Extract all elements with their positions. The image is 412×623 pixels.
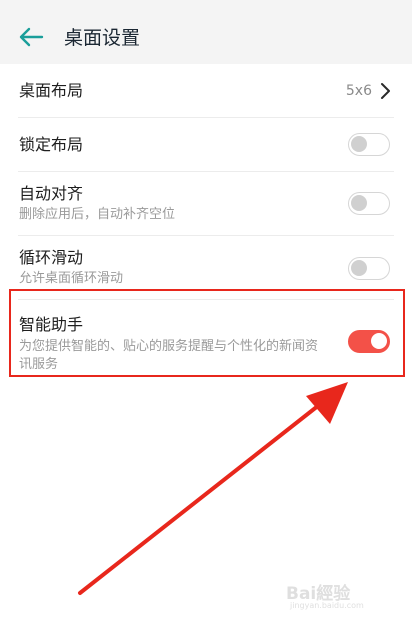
auto-align-toggle[interactable] (348, 192, 390, 215)
setting-value: 5x6 (345, 83, 372, 99)
setting-subtitle: 允许桌面循环滑动 (19, 271, 124, 286)
toggle-knob (351, 195, 367, 211)
watermark-url: jingyan.baidu.com (290, 601, 364, 610)
page-title: 桌面设置 (64, 27, 141, 49)
setting-subtitle: 删除应用后，自动补齐空位 (19, 207, 176, 222)
setting-row-auto-align: 自动对齐 删除应用后，自动补齐空位 (0, 172, 412, 236)
highlight-box (9, 289, 405, 377)
screen: 桌面设置 桌面布局 5x6 锁定布局 自动对齐 删除应用后，自动补齐空位 循环滑… (0, 0, 412, 623)
setting-title: 自动对齐 (19, 184, 84, 203)
chevron-right-icon (381, 83, 390, 99)
back-button[interactable] (14, 20, 48, 54)
watermark: Bai經验 jingyan.baidu.com (286, 577, 404, 615)
setting-title: 循环滑动 (19, 248, 84, 267)
setting-title: 锁定布局 (19, 135, 84, 154)
setting-row-desktop-layout[interactable]: 桌面布局 5x6 (0, 64, 412, 118)
setting-row-lock-layout: 锁定布局 (0, 118, 412, 172)
setting-title: 桌面布局 (19, 81, 84, 100)
toggle-knob (351, 136, 367, 152)
toggle-knob (351, 260, 367, 276)
loop-scroll-toggle[interactable] (348, 257, 390, 280)
lock-layout-toggle[interactable] (348, 133, 390, 156)
arrow-left-icon (19, 27, 44, 47)
header-bar: 桌面设置 (0, 0, 412, 64)
